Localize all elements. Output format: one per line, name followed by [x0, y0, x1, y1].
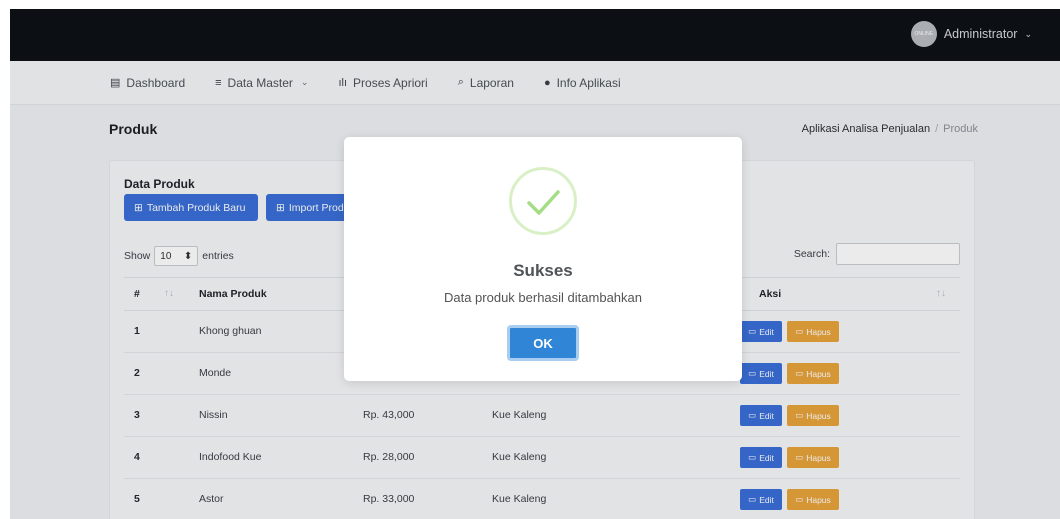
success-check-icon [509, 167, 577, 235]
app-window: ONLINE Administrator ⌄ ▤ Dashboard ≡ Dat… [10, 9, 1060, 519]
ok-button[interactable]: OK [507, 325, 579, 361]
dialog-title: Sukses [513, 261, 573, 280]
success-dialog: Sukses Data produk berhasil ditambahkan … [344, 137, 742, 381]
checkmark-icon [527, 190, 560, 215]
dialog-message: Data produk berhasil ditambahkan [443, 290, 642, 305]
